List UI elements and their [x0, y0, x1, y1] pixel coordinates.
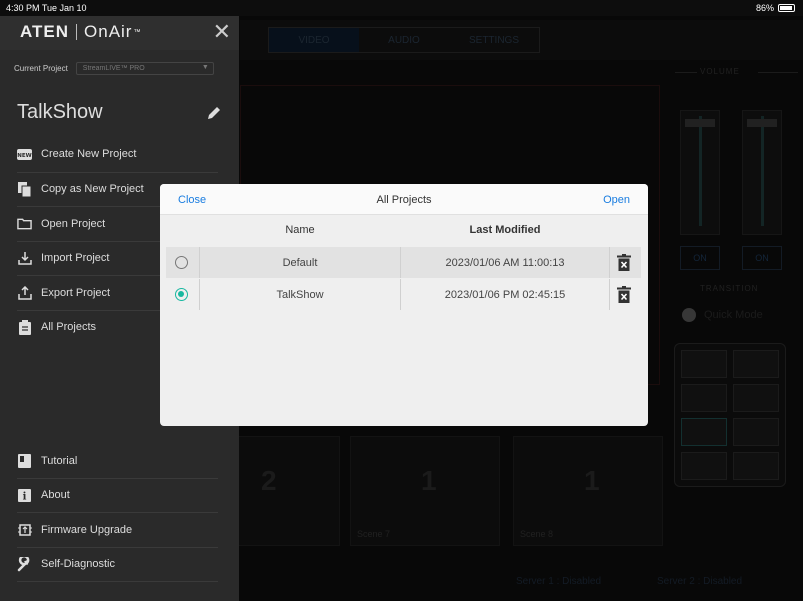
- current-project-select[interactable]: StreamLIVE™ PRO ▼: [75, 62, 214, 75]
- project-name: TalkShow: [276, 289, 324, 301]
- import-icon: [17, 251, 32, 266]
- trash-icon[interactable]: [617, 254, 631, 271]
- menu-label: Tutorial: [41, 454, 78, 467]
- help-menu: Tutorial i About Firmware Upgrade Self-D…: [17, 444, 218, 582]
- status-time: 4:30 PM Tue Jan 10: [6, 3, 87, 13]
- folder-icon: [17, 216, 32, 231]
- close-sidebar-icon[interactable]: ✕: [213, 19, 231, 45]
- chevron-down-icon: ▼: [201, 64, 209, 71]
- menu-create-new-project[interactable]: NEW Create New Project: [17, 137, 218, 172]
- menu-label: Export Project: [41, 286, 111, 299]
- project-title: TalkShow: [17, 101, 103, 123]
- project-last-modified: 2023/01/06 PM 02:45:15: [444, 289, 566, 301]
- clipboard-icon: [17, 319, 32, 335]
- dialog-title: All Projects: [376, 194, 432, 206]
- column-header-name: Name: [285, 224, 315, 236]
- current-project-label: Current Project: [14, 64, 68, 73]
- battery-status: 86%: [756, 3, 795, 13]
- menu-label: Firmware Upgrade: [41, 523, 133, 536]
- trash-icon[interactable]: [617, 286, 631, 303]
- menu-tutorial[interactable]: Tutorial: [17, 444, 218, 479]
- menu-label: Open Project: [41, 217, 106, 230]
- menu-label: About: [41, 489, 70, 502]
- pencil-icon[interactable]: [205, 104, 223, 122]
- menu-label: Self-Diagnostic: [41, 558, 115, 571]
- column-header-last-modified: Last Modified: [469, 224, 541, 236]
- all-projects-dialog: Close All Projects Open Name Last Modifi…: [160, 184, 648, 426]
- menu-about[interactable]: i About: [17, 479, 218, 513]
- sidebar-header: ATEN OnAir ™ ✕: [0, 16, 239, 50]
- dialog-header: Close All Projects Open: [160, 184, 648, 215]
- logo-brand: ATEN: [20, 22, 70, 41]
- menu-self-diagnostic[interactable]: Self-Diagnostic: [17, 548, 218, 582]
- info-icon: i: [17, 488, 32, 503]
- table-row[interactable]: Default 2023/01/06 AM 11:00:13: [166, 247, 641, 278]
- firmware-icon: [17, 522, 32, 537]
- logo-product: OnAir: [84, 22, 133, 41]
- battery-percent: 86%: [755, 3, 774, 13]
- battery-icon: [778, 4, 795, 12]
- new-badge-icon: NEW: [17, 147, 32, 162]
- menu-label: All Projects: [41, 321, 97, 334]
- menu-label: Copy as New Project: [41, 183, 144, 196]
- book-icon: [17, 453, 32, 468]
- aten-onair-logo: ATEN OnAir ™: [20, 22, 141, 42]
- current-project-value: StreamLIVE™ PRO: [82, 65, 145, 72]
- logo-tm: ™: [133, 28, 142, 36]
- menu-firmware-upgrade[interactable]: Firmware Upgrade: [17, 513, 218, 548]
- table-row[interactable]: TalkShow 2023/01/06 PM 02:45:15: [166, 279, 641, 310]
- svg-text:NEW: NEW: [17, 153, 31, 159]
- menu-label: Create New Project: [41, 148, 137, 161]
- row-radio-selected[interactable]: [175, 288, 188, 301]
- wrench-icon: [17, 556, 32, 572]
- row-radio[interactable]: [175, 256, 188, 269]
- project-name: Default: [282, 257, 318, 269]
- export-icon: [17, 285, 32, 300]
- menu-label: Import Project: [41, 252, 110, 265]
- current-project-row: Current Project StreamLIVE™ PRO ▼: [14, 62, 214, 75]
- status-bar: 4:30 PM Tue Jan 10 86%: [0, 0, 803, 16]
- open-button[interactable]: Open: [603, 194, 630, 206]
- copy-icon: [17, 181, 32, 197]
- svg-text:i: i: [23, 491, 27, 502]
- project-last-modified: 2023/01/06 AM 11:00:13: [445, 257, 565, 269]
